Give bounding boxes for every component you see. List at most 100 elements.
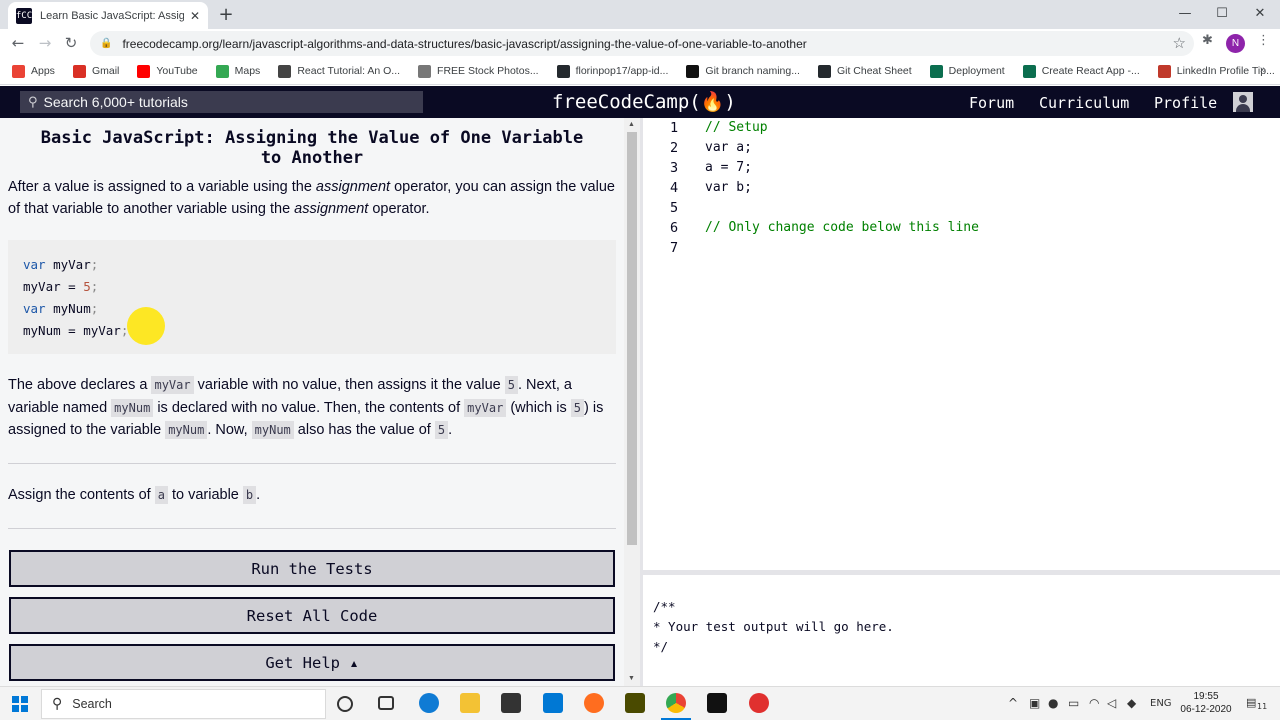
bookmark-item[interactable]: LinkedIn Profile Tip... — [1157, 64, 1275, 78]
address-bar[interactable]: 🔒 freecodecamp.org/learn/javascript-algo… — [90, 31, 1194, 56]
run-tests-button[interactable]: Run the Tests — [9, 550, 615, 587]
line-number: 7 — [670, 240, 679, 256]
bookmark-favicon-icon — [817, 64, 831, 78]
bookmark-favicon-icon — [137, 64, 151, 78]
test-output-console: /** * Your test output will go here. */ — [643, 575, 1280, 686]
section-divider — [8, 463, 616, 464]
user-avatar-icon[interactable] — [1233, 92, 1253, 112]
meet-now-icon[interactable]: ▣ — [1029, 696, 1040, 710]
get-help-button[interactable]: Get Help ▴ — [9, 644, 615, 681]
bookmark-item[interactable]: Git Cheat Sheet — [817, 64, 912, 78]
wifi-icon[interactable]: ◠ — [1089, 696, 1099, 710]
line-number: 1 — [670, 120, 679, 136]
bookmark-favicon-icon — [1022, 64, 1036, 78]
editor-line[interactable]: 4 var b; — [643, 180, 1280, 200]
search-icon: ⚲ — [52, 696, 63, 712]
reload-icon[interactable]: ↻ — [61, 33, 81, 53]
code-editor[interactable]: 1 // Setup 2 var a; 3 a = 7; 4 var b; 5 6 // Only … — [643, 118, 1280, 570]
bookmark-label: Create React App -... — [1041, 65, 1140, 77]
chrome-icon[interactable] — [666, 693, 686, 713]
tray-overflow-icon[interactable]: ^ — [1008, 696, 1018, 710]
mail-icon[interactable] — [543, 693, 563, 713]
reset-code-button[interactable]: Reset All Code — [9, 597, 615, 634]
browser-tab[interactable]: fCC Learn Basic JavaScript: Assigning ✕ — [8, 2, 208, 29]
bookmark-label: React Tutorial: An O... — [297, 65, 401, 77]
dropbox-icon[interactable]: ◆ — [1127, 696, 1136, 710]
system-clock[interactable]: 19:55 06-12-2020 — [1176, 690, 1236, 716]
bookmark-item[interactable]: React Tutorial: An O... — [278, 64, 401, 78]
bookmark-item[interactable]: FREE Stock Photos... — [418, 64, 539, 78]
nav-link-forum[interactable]: Forum — [969, 94, 1014, 112]
terminal-icon[interactable] — [707, 693, 727, 713]
bookmark-item[interactable]: Apps — [12, 64, 55, 78]
cortana-icon[interactable] — [337, 696, 353, 712]
clock-time: 19:55 — [1193, 691, 1219, 702]
extensions-puzzle-icon[interactable]: ✱ — [1202, 33, 1213, 48]
language-indicator[interactable]: ENG — [1150, 698, 1172, 709]
line-code: var a; — [705, 140, 752, 155]
bookmark-item[interactable]: Gmail — [72, 64, 119, 78]
close-window-icon[interactable]: ✕ — [1245, 3, 1275, 23]
instructions-scrollbar[interactable]: ▲ ▼ — [624, 118, 640, 686]
maximize-window-icon[interactable]: ☐ — [1207, 3, 1237, 23]
inline-code: 5 — [434, 421, 449, 439]
new-tab-button[interactable]: + — [216, 4, 236, 25]
expl-text: The above declares a — [8, 377, 152, 393]
bookmark-item[interactable]: florinpop17/app-id... — [556, 64, 668, 78]
bookmark-item[interactable]: Git branch naming... — [686, 64, 800, 78]
scroll-down-arrow-icon[interactable]: ▼ — [628, 675, 635, 682]
inline-code: myNum — [251, 421, 294, 439]
bookmark-favicon-icon — [418, 64, 432, 78]
forward-arrow-icon[interactable]: → — [35, 33, 55, 53]
nav-link-curriculum[interactable]: Curriculum — [1039, 94, 1129, 112]
sticky-notes-icon[interactable] — [625, 693, 645, 713]
editor-line[interactable]: 1 // Setup — [643, 120, 1280, 140]
bookmark-item[interactable]: YouTube — [137, 64, 198, 78]
close-tab-icon[interactable]: ✕ — [190, 9, 200, 23]
battery-icon[interactable]: ▭ — [1068, 696, 1079, 710]
url-text: freecodecamp.org/learn/javascript-algori… — [122, 36, 807, 51]
editor-line[interactable]: 7 — [643, 240, 1280, 260]
scrollbar-thumb[interactable] — [627, 132, 637, 545]
freecodecamp-logo[interactable]: freeCodeCamp(🔥) — [552, 90, 736, 113]
bookmark-star-icon[interactable]: ☆ — [1173, 34, 1186, 52]
store-icon[interactable] — [501, 693, 521, 713]
tutorial-search-input[interactable]: ⚲ Search 6,000+ tutorials — [20, 91, 423, 113]
bookmark-item[interactable]: Maps — [215, 64, 260, 78]
bookmark-item[interactable]: Deployment — [929, 64, 1005, 78]
bookmark-favicon-icon — [278, 64, 292, 78]
screen-recorder-icon[interactable] — [749, 693, 769, 713]
task-text: . — [256, 487, 261, 503]
line-number: 5 — [670, 200, 679, 216]
task-text: Assign the contents of — [8, 487, 155, 503]
editor-line[interactable]: 3 a = 7; — [643, 160, 1280, 180]
notification-center-icon[interactable]: ▤ — [1246, 696, 1256, 709]
file-explorer-icon[interactable] — [460, 693, 480, 713]
edge-browser-icon[interactable] — [419, 693, 439, 713]
bookmark-label: FREE Stock Photos... — [437, 65, 539, 77]
back-arrow-icon[interactable]: ← — [8, 33, 28, 53]
firefox-icon[interactable] — [584, 693, 604, 713]
nav-link-profile[interactable]: Profile — [1154, 94, 1217, 112]
taskbar-search-box[interactable]: ⚲ Search — [41, 689, 326, 719]
more-bookmarks-icon[interactable]: » — [1260, 64, 1266, 76]
editor-line[interactable]: 2 var a; — [643, 140, 1280, 160]
volume-icon[interactable]: ◁ — [1107, 696, 1116, 710]
editor-line[interactable]: 5 — [643, 200, 1280, 220]
profile-avatar[interactable]: N — [1226, 34, 1245, 53]
task-view-icon[interactable] — [378, 696, 394, 710]
code-text: myNum = myVar — [23, 323, 121, 338]
code-text: myVar = — [23, 279, 84, 294]
minimize-window-icon[interactable]: — — [1170, 3, 1200, 23]
bookmark-favicon-icon — [686, 64, 700, 78]
code-keyword: var — [23, 257, 46, 272]
microphone-icon[interactable]: ● — [1048, 696, 1058, 710]
code-number: 5 — [83, 279, 91, 294]
windows-start-icon[interactable] — [12, 696, 28, 712]
scroll-up-arrow-icon[interactable]: ▲ — [628, 121, 635, 128]
browser-menu-icon[interactable]: ⋮ — [1257, 33, 1270, 48]
task-text: to variable — [167, 487, 243, 503]
intro-text: operator. — [368, 201, 430, 217]
editor-line[interactable]: 6 // Only change code below this line — [643, 220, 1280, 240]
bookmark-item[interactable]: Create React App -... — [1022, 64, 1140, 78]
